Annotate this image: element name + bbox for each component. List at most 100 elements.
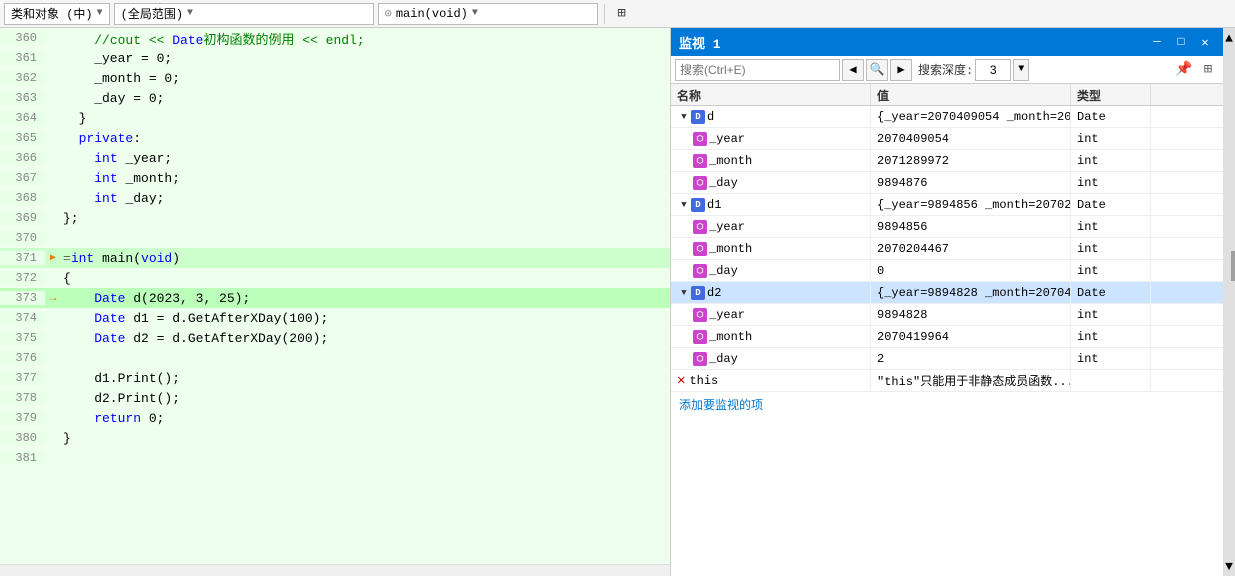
line-num-368: 368	[0, 191, 45, 205]
class-dropdown-arrow: ▼	[97, 8, 103, 19]
watch-expand-btn[interactable]: ⊞	[1197, 59, 1219, 81]
watch-name-d2_day: ⬡_day	[671, 348, 871, 369]
watch-search-input[interactable]	[675, 59, 840, 81]
watch-type-d2_day: int	[1071, 348, 1151, 369]
watch-close-btn[interactable]: ✕	[1195, 32, 1215, 52]
watch-search-prev-btn[interactable]: ◀	[842, 59, 864, 81]
class-dropdown[interactable]: 类和对象 (中) ▼	[4, 3, 110, 25]
watch-add-item[interactable]: 添加要监视的项	[671, 392, 1223, 417]
watch-row-d2_month[interactable]: ⬡_month2070419964int	[671, 326, 1223, 348]
code-line-371: 371▶=int main(void)	[0, 248, 670, 268]
watch-row-this[interactable]: ✕this"this"只能用于非静态成员函数...↻	[671, 370, 1223, 392]
watch-row-d_day[interactable]: ⬡_day9894876int	[671, 172, 1223, 194]
expand-icon-d1[interactable]: ▼	[677, 198, 691, 212]
watch-row-d[interactable]: ▼Dd{_year=2070409054 _month=20712...Date	[671, 106, 1223, 128]
var-icon-d_day: ⬡	[693, 176, 707, 190]
watch-row-d1[interactable]: ▼Dd1{_year=9894856 _month=20702044...Dat…	[671, 194, 1223, 216]
watch-name-d2: ▼Dd2	[671, 282, 871, 303]
var-icon-d2_year: ⬡	[693, 308, 707, 322]
watch-name-text-d2_day: _day	[709, 352, 738, 366]
watch-restore-btn[interactable]: □	[1171, 32, 1191, 52]
watch-name-d2_month: ⬡_month	[671, 326, 871, 347]
var-icon-d2_day: ⬡	[693, 352, 707, 366]
code-line-381: 381	[0, 448, 670, 468]
right-strip-bar[interactable]	[1223, 48, 1235, 556]
line-num-370: 370	[0, 231, 45, 245]
right-strip-bottom[interactable]: ▼	[1223, 556, 1235, 576]
scope-dropdown[interactable]: (全局范围) ▼	[114, 3, 374, 25]
watch-value-d_day: 9894876	[871, 172, 1071, 193]
watch-name-text-d2: d2	[707, 286, 721, 300]
watch-name-d1_day: ⬡_day	[671, 260, 871, 281]
watch-name-text-d1_month: _month	[709, 242, 752, 256]
watch-name-text-d_year: _year	[709, 132, 745, 146]
code-line-378: 378 d2.Print();	[0, 388, 670, 408]
expand-icon-d[interactable]: ▼	[677, 110, 691, 124]
line-num-361: 361	[0, 51, 45, 65]
watch-row-d_year[interactable]: ⬡_year2070409054int	[671, 128, 1223, 150]
watch-name-text-d1_year: _year	[709, 220, 745, 234]
watch-row-d_month[interactable]: ⬡_month2071289972int	[671, 150, 1223, 172]
var-icon-d_year: ⬡	[693, 132, 707, 146]
watch-type-d2_year: int	[1071, 304, 1151, 325]
watch-row-d2[interactable]: ▼Dd2{_year=9894828 _month=20704199...Dat…	[671, 282, 1223, 304]
line-num-369: 369	[0, 211, 45, 225]
watch-search-next-btn[interactable]: ▶	[890, 59, 912, 81]
class-dropdown-label: 类和对象 (中)	[11, 5, 93, 22]
function-dropdown[interactable]: ⊙ main(void) ▼	[378, 3, 598, 25]
right-strip-top[interactable]: ▲	[1223, 28, 1235, 48]
watch-rows: ▼Dd{_year=2070409054 _month=20712...Date…	[671, 106, 1223, 392]
watch-type-d_day: int	[1071, 172, 1151, 193]
line-num-378: 378	[0, 391, 45, 405]
watch-type-d1_year: int	[1071, 216, 1151, 237]
line-content-361: _year = 0;	[61, 51, 670, 66]
line-num-373: 373	[0, 291, 45, 305]
code-line-372: 372{	[0, 268, 670, 288]
line-num-360: 360	[0, 31, 45, 45]
watch-pin-btn[interactable]: 📌	[1173, 59, 1195, 81]
line-content-366: int _year;	[61, 151, 670, 166]
watch-value-d1_month: 2070204467	[871, 238, 1071, 259]
line-content-365: private:	[61, 131, 670, 146]
watch-search-btn[interactable]: 🔍	[866, 59, 888, 81]
watch-row-d1_month[interactable]: ⬡_month2070204467int	[671, 238, 1223, 260]
watch-name-text-d1: d1	[707, 198, 721, 212]
watch-depth-down-btn[interactable]: ▼	[1013, 59, 1029, 81]
watch-row-d1_year[interactable]: ⬡_year9894856int	[671, 216, 1223, 238]
line-num-376: 376	[0, 351, 45, 365]
watch-depth-input[interactable]	[975, 59, 1011, 81]
watch-depth-label: 搜索深度:	[918, 61, 973, 78]
line-gutter-371: ▶	[45, 252, 61, 264]
var-icon-d1: D	[691, 198, 705, 212]
watch-type-d1: Date	[1071, 194, 1151, 215]
line-content-374: Date d1 = d.GetAfterXDay(100);	[61, 311, 670, 326]
function-dropdown-label: main(void)	[396, 7, 468, 21]
watch-name-d1: ▼Dd1	[671, 194, 871, 215]
code-hscrollbar[interactable]	[0, 564, 670, 576]
watch-row-d2_day[interactable]: ⬡_day2int	[671, 348, 1223, 370]
watch-name-text-this: this	[689, 374, 718, 388]
scope-dropdown-label: (全局范围)	[121, 5, 183, 22]
watch-row-d1_day[interactable]: ⬡_day0int	[671, 260, 1223, 282]
watch-row-d2_year[interactable]: ⬡_year9894828int	[671, 304, 1223, 326]
line-content-373: Date d(2023, 3, 25);	[61, 291, 670, 306]
expand-icon-d2[interactable]: ▼	[677, 286, 691, 300]
var-icon-d1_year: ⬡	[693, 220, 707, 234]
watch-name-d_month: ⬡_month	[671, 150, 871, 171]
line-num-371: 371	[0, 251, 45, 265]
code-panel: 360 //cout << Date初构函数的例用 << endl;361 _y…	[0, 28, 670, 576]
line-num-366: 366	[0, 151, 45, 165]
pin-button[interactable]: ⊞	[611, 3, 633, 25]
line-num-375: 375	[0, 331, 45, 345]
watch-name-d: ▼Dd	[671, 106, 871, 127]
watch-header: 监视 1 ─ □ ✕	[671, 28, 1223, 56]
watch-minimize-btn[interactable]: ─	[1147, 32, 1167, 52]
code-lines: 360 //cout << Date初构函数的例用 << endl;361 _y…	[0, 28, 670, 564]
function-dropdown-arrow: ▼	[472, 8, 478, 19]
watch-type-d2_month: int	[1071, 326, 1151, 347]
line-content-379: return 0;	[61, 411, 670, 426]
col-name-header: 名称	[671, 84, 871, 105]
line-content-372: {	[61, 271, 670, 286]
right-scrollbar-strip[interactable]: ▲ ▼	[1223, 28, 1235, 576]
line-content-380: }	[61, 431, 670, 446]
